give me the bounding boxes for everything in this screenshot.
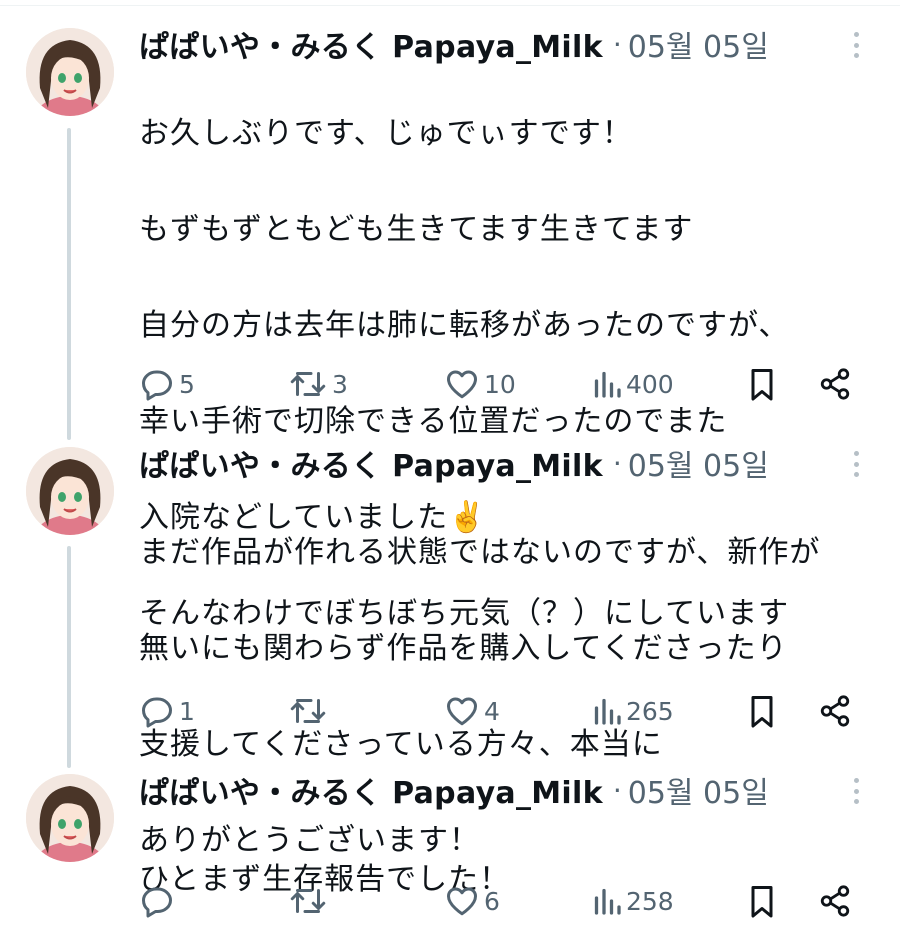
reply-icon [142,887,172,918]
retweet-button[interactable]: 3 [288,364,348,404]
heart-icon [447,370,477,399]
action-bar: 1 4 265 [0,691,900,731]
tweet-timestamp[interactable]: 05월 05일 [628,441,769,485]
tweet-text: ひとまず生存報告でした！ [139,808,879,944]
bookmark-icon [751,696,773,728]
views-icon [594,698,621,725]
tweet-timestamp[interactable]: 05월 05일 [628,768,769,812]
reply-count: 1 [179,696,195,726]
reply-button[interactable] [139,881,179,921]
retweet-button[interactable] [288,881,332,921]
separator-dot: · [612,446,622,480]
views-button[interactable]: 258 [592,881,674,921]
tweet-text-line: 幸い手術で切除できる位置だったのでまた [139,404,728,439]
tweet-thread: ぱぱいや・みるく Papaya_Milk · 05월 05일 お久しぶりです、じ… [0,0,900,944]
more-icon[interactable] [846,774,866,808]
tweet[interactable]: ぱぱいや・みるく Papaya_Milk · 05월 05일 お久しぶりです、じ… [0,22,900,631]
more-icon[interactable] [846,28,866,62]
bookmark-button[interactable] [746,364,778,404]
author-name[interactable]: ぱぱいや・みるく Papaya_Milk [139,441,603,485]
tweet-text-line: まだ作品が作れる状態ではないのですが、新作が [139,535,821,570]
tweet[interactable]: ぱぱいや・みるく Papaya_Milk · 05월 05일 まだ作品が作れる状… [0,441,900,858]
bookmark-icon [751,886,773,918]
views-count: 265 [626,696,674,726]
bookmark-button[interactable] [746,691,778,731]
share-button[interactable] [818,691,852,731]
separator-dot: · [612,773,622,807]
avatar[interactable] [26,447,114,535]
action-bar: 6 258 [0,881,900,921]
views-button[interactable]: 400 [592,364,674,404]
reply-button[interactable]: 1 [139,691,195,731]
like-button[interactable]: 6 [444,881,500,921]
like-button[interactable]: 4 [444,691,500,731]
tweet-header: ぱぱいや・みるく Papaya_Milk · 05월 05일 [139,768,769,812]
like-button[interactable]: 10 [444,364,516,404]
reply-icon [142,697,172,728]
author-name[interactable]: ぱぱいや・みるく Papaya_Milk [139,768,603,812]
tweet-text-line: 自分の方は去年は肺に転移があったのですが、 [139,308,790,343]
reply-button[interactable]: 5 [139,364,195,404]
views-count: 400 [626,369,674,399]
retweet-icon [290,889,326,913]
avatar-image [26,447,114,535]
tweet-header: ぱぱいや・みるく Papaya_Milk · 05월 05일 [139,22,769,66]
bookmark-button[interactable] [746,881,778,921]
views-icon [594,371,621,398]
like-count: 10 [484,369,516,399]
action-bar: 5 3 10 400 [0,364,900,404]
reply-icon [142,370,172,401]
heart-icon [447,887,477,916]
avatar-image [26,774,114,862]
retweet-button[interactable] [288,691,332,731]
tweet-header: ぱぱいや・みるく Papaya_Milk · 05월 05일 [139,441,769,485]
retweet-icon [290,699,326,723]
top-divider [0,5,900,6]
views-count: 258 [626,886,674,916]
views-icon [594,888,621,915]
like-count: 6 [484,886,500,916]
more-icon[interactable] [846,447,866,481]
views-button[interactable]: 265 [592,691,674,731]
tweet-text-line: 無いにも関わらず作品を購入してくださったり [139,631,788,666]
author-name[interactable]: ぱぱいや・みるく Papaya_Milk [139,22,603,66]
share-icon [820,695,850,727]
share-button[interactable] [818,881,852,921]
retweet-count: 3 [332,369,348,399]
share-button[interactable] [818,364,852,404]
tweet[interactable]: ぱぱいや・みるく Papaya_Milk · 05월 05일 ひとまず生存報告で… [0,770,900,940]
reply-count: 5 [179,369,195,399]
share-icon [820,885,850,917]
separator-dot: · [612,27,622,61]
tweet-text-line: お久しぶりです、じゅでぃすです！ [139,116,633,151]
avatar[interactable] [26,28,114,116]
tweet-timestamp[interactable]: 05월 05일 [628,22,769,66]
avatar-image [26,28,114,116]
retweet-icon [290,372,326,396]
avatar[interactable] [26,774,114,862]
share-icon [820,368,850,400]
bookmark-icon [751,369,773,401]
like-count: 4 [484,696,500,726]
tweet-text-line: もずもずともども生きてます生きてます [139,212,694,247]
heart-icon [447,697,477,726]
